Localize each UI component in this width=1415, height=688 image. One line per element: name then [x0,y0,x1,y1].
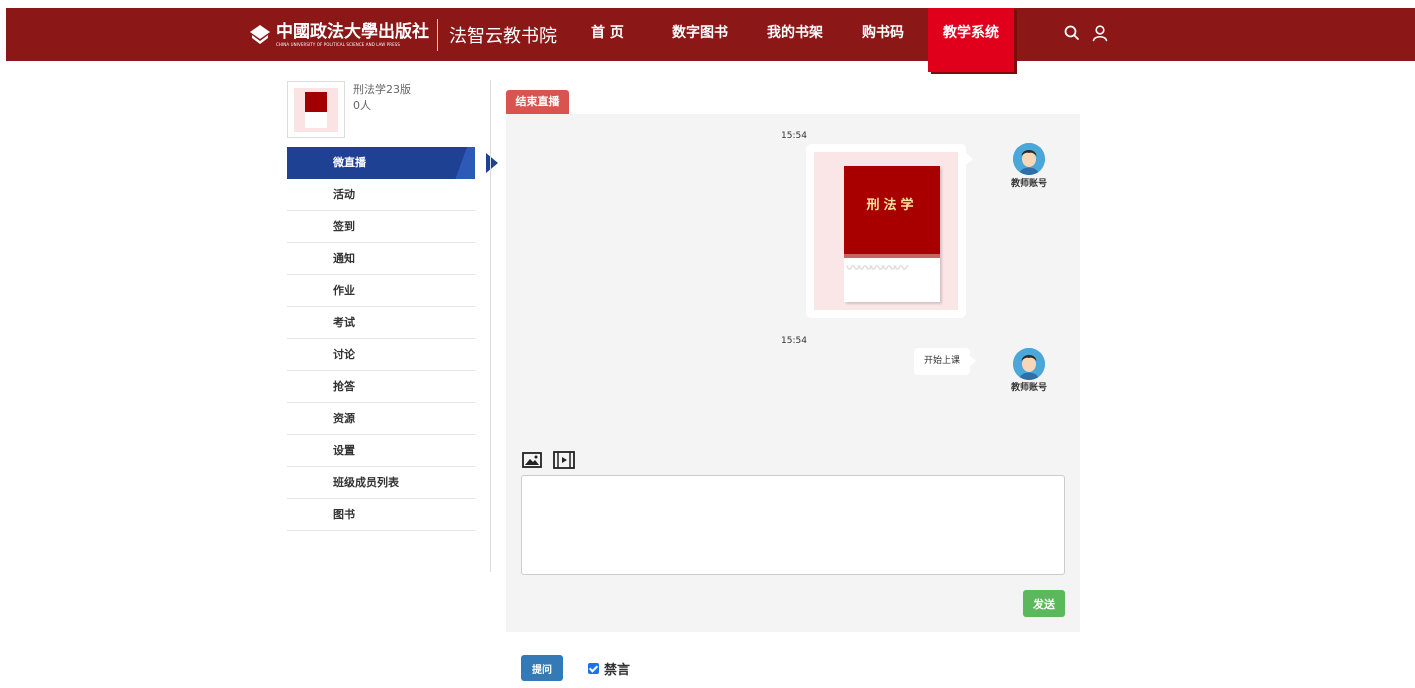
mute-toggle[interactable]: 禁言 [588,659,630,678]
brand-subtitle: CHINA UNIVERSITY OF POLITICAL SCIENCE AN… [276,42,401,47]
brand-name: 中國政法大學出版社 [276,22,429,42]
teacher-avatar [1013,348,1045,380]
image-message-bubble[interactable]: 刑法学 〰〰〰〰〰 [806,144,973,318]
menu-item-books[interactable]: 图书 [287,499,475,531]
menu-item-homework[interactable]: 作业 [287,275,475,307]
course-menu: 微直播 活动 签到 通知 作业 考试 讨论 抢答 资源 设置 班级成员列表 图书 [287,147,475,531]
menu-item-exam[interactable]: 考试 [287,307,475,339]
message-time: 15:54 [781,336,807,346]
menu-item-notice[interactable]: 通知 [287,243,475,275]
image-icon[interactable] [522,451,544,469]
menu-item-class-members[interactable]: 班级成员列表 [287,467,475,499]
mute-checkbox[interactable] [588,663,599,674]
cover-decoration: 〰〰〰〰〰 [846,261,908,277]
nav-purchase-code[interactable]: 购书码 [862,8,904,61]
user-icon[interactable] [1091,24,1109,42]
nav-my-bookshelf[interactable]: 我的书架 [767,8,823,61]
sender-name: 教师账号 [1011,383,1048,393]
book-emblem-icon [250,25,270,44]
column-divider [490,80,491,572]
nav-digital-books[interactable]: 数字图书 [672,8,728,61]
ask-question-button[interactable]: 提问 [521,655,563,681]
course-member-count: 0人 [353,99,371,112]
avatar-face-icon [1013,143,1045,175]
menu-item-activity[interactable]: 活动 [287,179,475,211]
search-icon[interactable] [1063,24,1081,42]
brand-logo[interactable]: 中國政法大學出版社 CHINA UNIVERSITY OF POLITICAL … [248,17,557,53]
menu-item-discussion[interactable]: 讨论 [287,339,475,371]
menu-item-settings[interactable]: 设置 [287,435,475,467]
message-time: 15:54 [781,131,807,141]
top-header: 中國政法大學出版社 CHINA UNIVERSITY OF POLITICAL … [6,8,1415,72]
menu-item-quick-answer[interactable]: 抢答 [287,371,475,403]
avatar-face-icon [1013,348,1045,380]
nav-teaching-system[interactable]: 教学系统 [928,8,1014,72]
nav-home[interactable]: 首 页 [591,8,624,61]
active-menu-pointer-icon [486,153,498,173]
menu-item-micro-live[interactable]: 微直播 [287,147,475,179]
mute-label: 禁言 [604,663,631,678]
course-book-thumbnail [287,81,345,138]
menu-item-sign-in[interactable]: 签到 [287,211,475,243]
teacher-avatar [1013,143,1045,175]
site-name: 法智云教书院 [449,26,557,47]
text-message-bubble: 开始上课 [914,348,976,375]
brand-divider [437,19,438,51]
message-input[interactable] [521,475,1065,575]
menu-item-resources[interactable]: 资源 [287,403,475,435]
sender-name: 教师账号 [1011,179,1048,189]
book-cover-image: 刑法学 〰〰〰〰〰 [844,166,940,302]
send-button[interactable]: 发送 [1023,590,1065,617]
video-icon[interactable] [553,451,575,469]
course-title: 刑法学23版 [353,83,411,96]
end-live-button[interactable]: 结束直播 [506,90,569,114]
